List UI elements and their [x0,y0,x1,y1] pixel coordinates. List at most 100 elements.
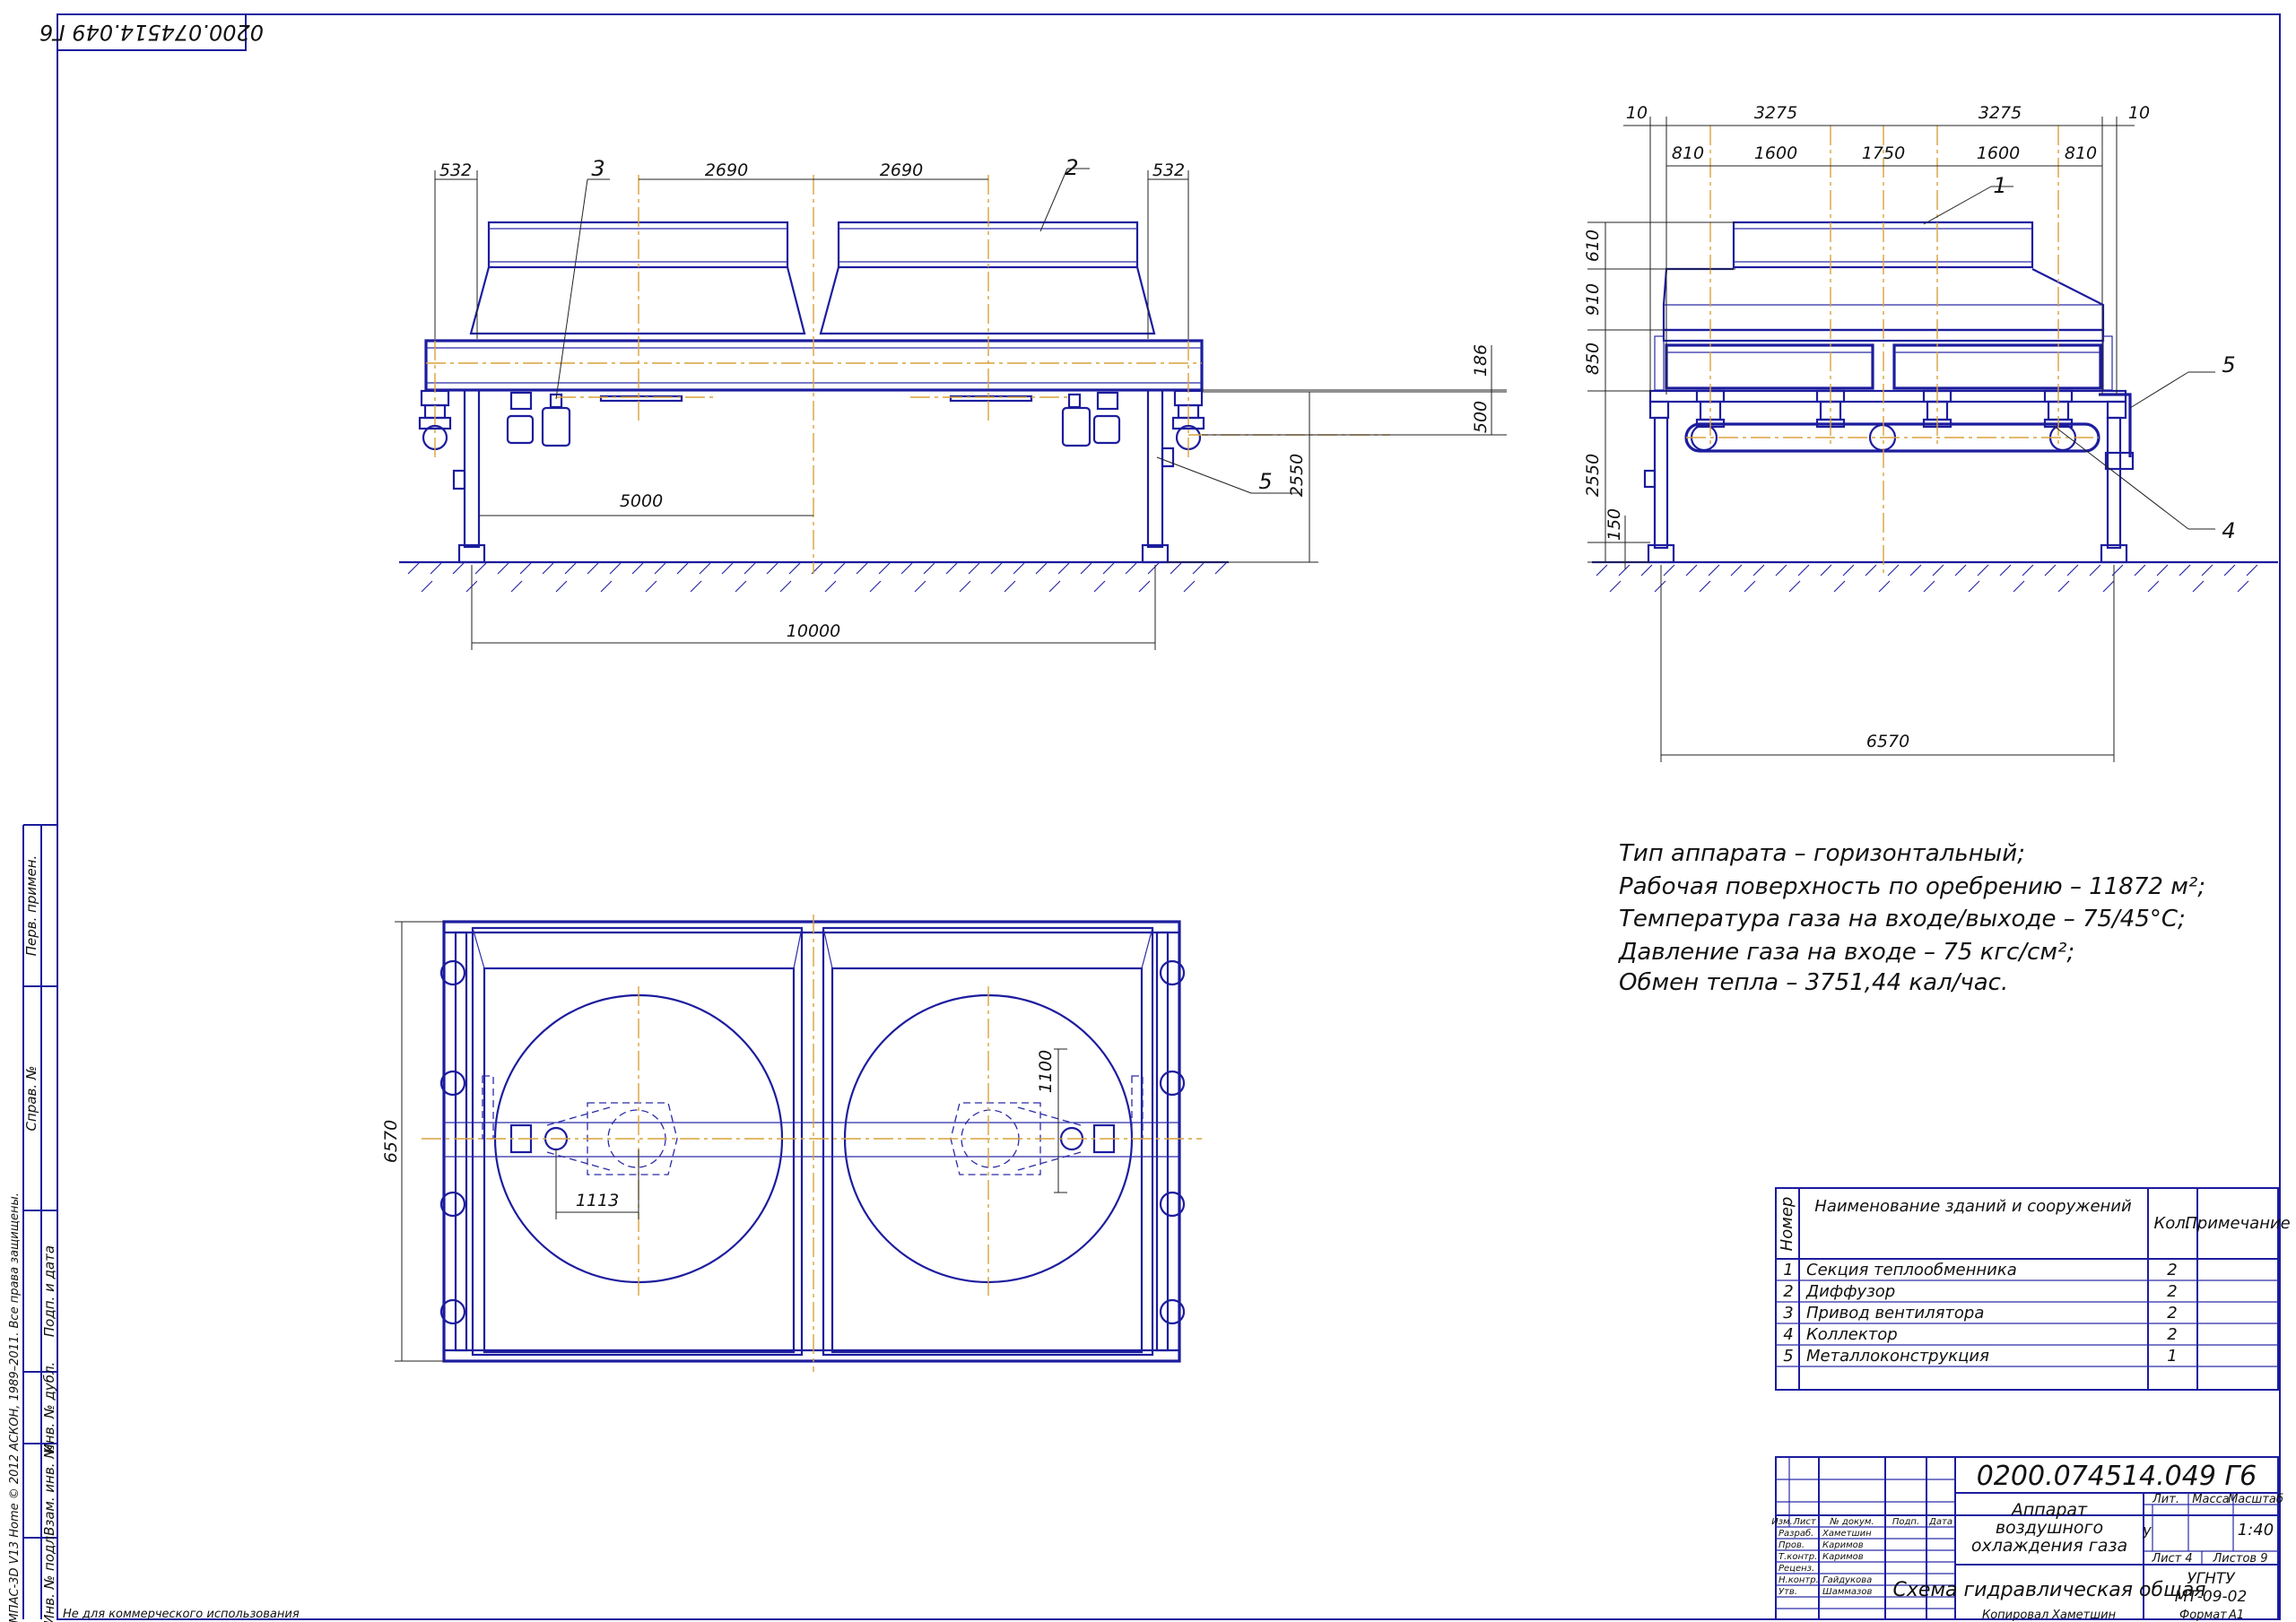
software-note: КОМПАС-3D V13 Home © 2012 АСКОН, 1989–20… [8,1193,22,1622]
spec-row-n: 2 [1783,1282,1793,1301]
dim-10000: 10000 [787,621,840,641]
spec-header-number: Номер [1778,1197,1796,1252]
footer-note: Не для коммерческого использования [63,1608,300,1621]
dim-1113: 1113 [576,1191,619,1210]
spec-row-name: Секция теплообменника [1806,1261,2017,1279]
title-head-date: Дата [1928,1517,1952,1527]
title-code: 0200.074514.049 Г6 [1977,1461,2257,1492]
dim-1600-a: 1600 [1754,143,1797,163]
title-head-list: Лист [1792,1517,1817,1527]
dim-150: 150 [1605,508,1624,541]
dim-3275-a: 3275 [1754,103,1797,123]
spec-header-remark: Примечание [2185,1214,2291,1233]
title-subtitle: Схема гидравлическая общая [1893,1579,2206,1601]
title-scale-label: Масштаб [2228,1493,2283,1506]
title-head-sign: Подп. [1892,1517,1919,1527]
leader-3: 3 [591,156,604,181]
title-lit-value: у [2142,1522,2152,1539]
title-head-izm: Изм. [1771,1517,1793,1527]
title-sheets: Листов 9 [2213,1552,2268,1566]
dim-186: 186 [1471,344,1491,377]
spec-row-qty: 2 [2167,1282,2177,1301]
dim-810-b: 810 [2065,143,2097,163]
stamp-inv-podl: Инв. № подл. [41,1531,57,1622]
leader-2: 2 [1065,155,1078,180]
leader-5-front: 5 [1258,469,1272,494]
title-name: Аппарат воздушного охлаждения газа [1970,1500,2128,1556]
spec-row-name: Привод вентилятора [1806,1304,1984,1323]
dim-532-right: 532 [1152,160,1185,180]
dim-2690-a: 2690 [705,160,748,180]
title-person: Хаметшин [1822,1529,1872,1539]
leader-4: 4 [2222,518,2235,543]
spec-row-n: 3 [1783,1304,1793,1323]
dim-3275-b: 3275 [1979,103,2022,123]
note-line4: Давление газа на входе – 75 кгс/см²; [1618,939,2074,966]
stamp-vzam-inv: Взам. инв. № [41,1444,57,1536]
dim-850: 850 [1583,343,1603,375]
dim-6570-plan: 6570 [381,1120,401,1163]
title-role: Утв. [1779,1587,1797,1597]
dim-5000: 5000 [620,491,663,511]
note-line3: Температура газа на входе/выходе – 75/45… [1619,906,2186,932]
title-head-doc: № докум. [1829,1517,1874,1527]
title-person: Каримов [1822,1552,1864,1562]
title-person: Каримов [1822,1540,1864,1550]
leader-5-side: 5 [2222,352,2235,377]
spec-row-n: 5 [1783,1347,1793,1366]
title-person: Гайдукова [1822,1575,1872,1585]
title-lit-label: Лит. [2152,1493,2179,1506]
dim-910: 910 [1583,283,1603,316]
title-format-value: А1 [2228,1609,2244,1622]
sheet-frame [57,13,2281,1620]
spec-table: Номер Наименование зданий и сооружений К… [1775,1187,2291,1391]
stamp-podp-data1: Подп. и дата [41,1245,57,1337]
title-sheet: Лист 4 [2151,1552,2192,1566]
stamp-perv-primen: Перв. примен. [23,855,39,957]
title-scale-value: 1:40 [2238,1521,2274,1540]
rotated-doc-code: 0200.074514.049 Г6 [39,20,264,45]
dim-10-left: 10 [1626,103,1648,123]
plan-view: 6570 1100 1113 [381,915,1202,1372]
dim-532-left: 532 [439,160,472,180]
spec-row-n: 1 [1783,1261,1793,1279]
technical-notes: Тип аппарата – горизонтальный; Рабочая п… [1618,840,2205,996]
dim-10-right: 10 [2128,103,2150,123]
stamp-inv-dubl: Инв. № дубл. [41,1362,57,1454]
side-view: 10 3275 3275 10 810 1600 1750 1600 810 6… [1583,103,2278,762]
front-view: 532 2690 2690 532 186 500 2550 5000 1000… [399,155,1507,650]
title-mass-label: Масса [2192,1493,2229,1506]
dim-610: 610 [1583,230,1603,262]
note-line1: Тип аппарата – горизонтальный; [1619,840,2025,867]
dim-2690-b: 2690 [880,160,923,180]
dim-1750: 1750 [1862,143,1905,163]
spec-row-qty: 2 [2167,1325,2177,1344]
dim-6570-side: 6570 [1866,732,1909,751]
title-copied: Копировал [1982,1609,2048,1622]
title-role: Разраб. [1779,1528,1813,1539]
spec-row-qty: 1 [2167,1347,2177,1366]
dim-810-a: 810 [1672,143,1704,163]
title-block: 0200.074514.049 Г6 Аппарат воздушного ох… [1771,1456,2283,1622]
spec-row-qty: 2 [2167,1261,2177,1279]
title-role: Пров. [1779,1540,1805,1550]
dim-1100: 1100 [1036,1050,1056,1093]
title-org1: УГНТУ [2187,1570,2236,1588]
note-line5: Обмен тепла – 3751,44 кал/час. [1619,969,2008,996]
spec-row-n: 4 [1783,1325,1793,1344]
dim-1600-b: 1600 [1977,143,2020,163]
spec-row-name: Коллектор [1806,1325,1898,1344]
dim-2550-side: 2550 [1583,454,1603,497]
spec-header-name: Наименование зданий и сооружений [1814,1197,2132,1216]
spec-row-qty: 2 [2167,1304,2177,1323]
spec-row-name: Металлоконструкция [1806,1347,1989,1366]
spec-row-name: Диффузор [1805,1282,1895,1301]
title-person: Шаммазов [1822,1587,1872,1597]
title-copied-name: Хаметшин [2051,1609,2117,1622]
title-format: Формат [2179,1609,2227,1622]
stamp-sprav: Справ. № [23,1066,39,1132]
title-role: Т.контр. [1779,1552,1817,1562]
leader-1: 1 [1993,173,2006,198]
note-line2: Рабочая поверхность по оребрению – 11872… [1619,873,2205,900]
dim-2550: 2550 [1287,454,1307,497]
